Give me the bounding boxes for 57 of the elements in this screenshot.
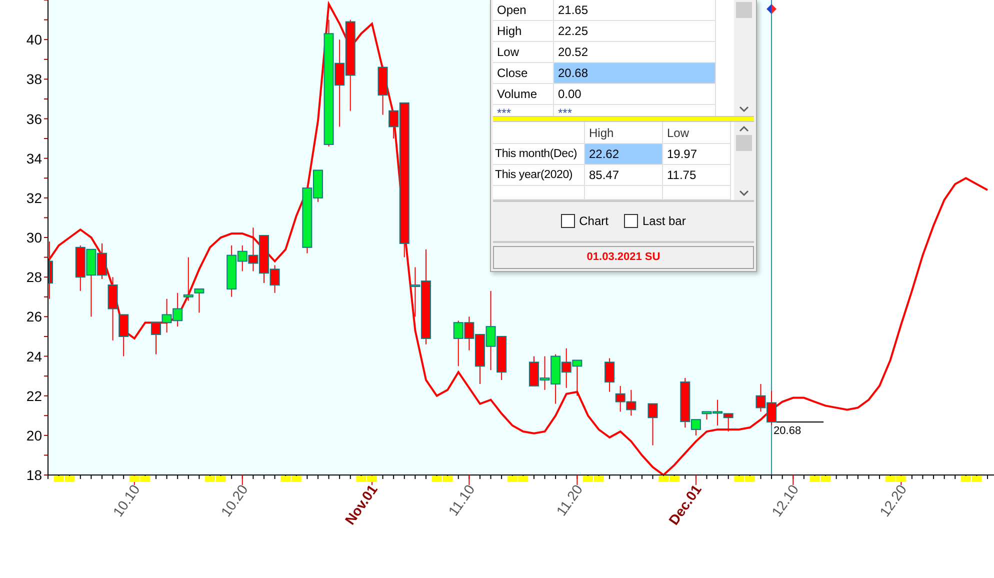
candlestick	[615, 385, 626, 412]
axis-label: 22	[26, 388, 42, 404]
table-cell: High	[493, 21, 554, 42]
table-cell: 11.75	[663, 165, 731, 186]
scrollbar[interactable]	[734, 0, 754, 116]
column-header: High	[585, 122, 663, 144]
table-cell: Volume	[493, 84, 554, 105]
table-cell: Open	[493, 0, 554, 21]
table-cell: This month(Dec)	[493, 144, 585, 165]
scroll-up-icon[interactable]	[739, 125, 749, 132]
status-date: 01.03.2021 SU	[586, 251, 660, 264]
candlestick	[48, 240, 53, 300]
axis-label: 36	[26, 110, 42, 127]
checkbox[interactable]: Last bar	[624, 214, 686, 228]
scroll-down-icon[interactable]	[739, 190, 749, 197]
scroll-down-icon[interactable]	[739, 106, 749, 114]
cursor-marker-icon[interactable]	[766, 4, 777, 14]
table-cell[interactable]: 22.62	[585, 144, 663, 165]
table-cell[interactable]: 20.52	[554, 42, 716, 63]
table-cell[interactable]: 22.25	[554, 21, 716, 42]
candlestick	[162, 298, 172, 333]
table-cell: Close	[493, 63, 554, 84]
checkbox[interactable]: Chart	[561, 214, 608, 228]
axis-label: 24	[26, 348, 42, 364]
axis-label: 40	[26, 32, 42, 48]
table-cell: This year(2020)	[493, 165, 585, 186]
table-cell[interactable]: 85.47	[585, 165, 663, 186]
candlestick	[561, 348, 572, 388]
candlestick	[572, 360, 582, 396]
candlestick	[453, 320, 464, 367]
candlestick	[648, 403, 658, 446]
table-cell: Low	[493, 42, 554, 63]
axis-label: 26	[26, 308, 42, 325]
scroll-thumb[interactable]	[736, 2, 752, 18]
column-header: Low	[663, 122, 731, 144]
axis-label: 18	[26, 467, 42, 483]
candlestick	[172, 292, 183, 328]
candlestick	[604, 358, 615, 392]
table-cell: 19.97	[663, 144, 731, 165]
axis-label: 20	[26, 427, 42, 444]
axis-label: 38	[26, 71, 42, 88]
axis-label: 32	[26, 190, 42, 206]
candlestick	[528, 356, 539, 386]
price-label: 20.68	[774, 424, 802, 437]
table-cell[interactable]: 21.65	[554, 0, 716, 21]
scroll-thumb[interactable]	[736, 135, 752, 151]
candlestick	[626, 389, 636, 416]
axis-label: 34	[26, 150, 42, 166]
price-line	[776, 421, 824, 422]
table-cell[interactable]: 0.00	[554, 84, 716, 105]
scrollbar[interactable]	[734, 122, 754, 200]
candlestick	[756, 383, 766, 412]
candlestick	[151, 322, 161, 355]
axis-label: 28	[26, 269, 42, 286]
table-cell[interactable]: 20.68	[554, 63, 716, 84]
axis-label: 30	[26, 230, 42, 246]
candlestick	[766, 390, 777, 426]
